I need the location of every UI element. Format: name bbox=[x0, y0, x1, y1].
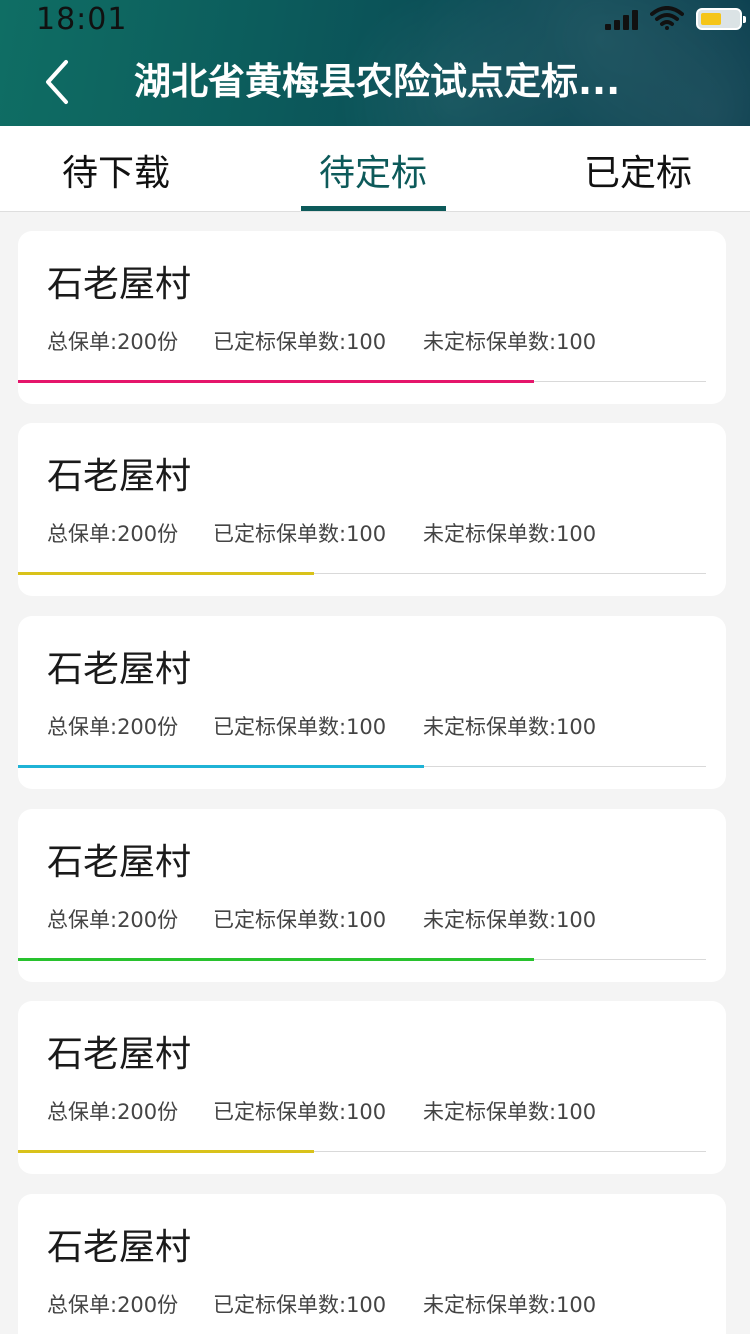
village-card[interactable]: 石老屋村 总保单:200份 已定标保单数:100 未定标保单数:100 bbox=[18, 809, 726, 982]
total-policies: 总保单:200份 bbox=[47, 715, 179, 739]
signal-icon bbox=[605, 10, 641, 30]
progress-bar bbox=[18, 958, 534, 961]
back-button[interactable] bbox=[36, 56, 80, 108]
marked-policies: 已定标保单数:100 bbox=[213, 330, 387, 354]
unmarked-policies: 未定标保单数:100 bbox=[423, 1293, 597, 1317]
progress-bar bbox=[18, 380, 534, 383]
village-card[interactable]: 石老屋村 总保单:200份 已定标保单数:100 未定标保单数:100 bbox=[18, 231, 726, 404]
unmarked-policies: 未定标保单数:100 bbox=[423, 715, 597, 739]
chevron-left-icon bbox=[46, 60, 68, 104]
progress-bar bbox=[18, 765, 424, 768]
village-name: 石老屋村 bbox=[47, 842, 192, 883]
wifi-icon bbox=[650, 6, 684, 30]
unmarked-policies: 未定标保单数:100 bbox=[423, 522, 597, 546]
total-policies: 总保单:200份 bbox=[47, 330, 179, 354]
active-tab-indicator bbox=[301, 206, 446, 211]
total-policies: 总保单:200份 bbox=[47, 522, 179, 546]
tab-pending-download[interactable]: 待下载 bbox=[40, 126, 192, 212]
village-name: 石老屋村 bbox=[47, 264, 192, 305]
total-policies: 总保单:200份 bbox=[47, 1100, 179, 1124]
status-bar: 18:01 bbox=[0, 0, 750, 40]
tab-marked[interactable]: 已定标 bbox=[562, 126, 714, 212]
status-time: 18:01 bbox=[36, 2, 128, 37]
marked-policies: 已定标保单数:100 bbox=[213, 908, 387, 932]
village-name: 石老屋村 bbox=[47, 649, 192, 690]
unmarked-policies: 未定标保单数:100 bbox=[423, 1100, 597, 1124]
unmarked-policies: 未定标保单数:100 bbox=[423, 908, 597, 932]
marked-policies: 已定标保单数:100 bbox=[213, 1100, 387, 1124]
marked-policies: 已定标保单数:100 bbox=[213, 522, 387, 546]
unmarked-policies: 未定标保单数:100 bbox=[423, 330, 597, 354]
village-name: 石老屋村 bbox=[47, 456, 192, 497]
village-name: 石老屋村 bbox=[47, 1034, 192, 1075]
tab-bar: 待下载 待定标 已定标 bbox=[0, 126, 750, 212]
marked-policies: 已定标保单数:100 bbox=[213, 1293, 387, 1317]
progress-bar bbox=[18, 1150, 314, 1153]
progress-bar bbox=[18, 572, 314, 575]
total-policies: 总保单:200份 bbox=[47, 908, 179, 932]
village-card[interactable]: 石老屋村 总保单:200份 已定标保单数:100 未定标保单数:100 bbox=[18, 1194, 726, 1334]
page-title: 湖北省黄梅县农险试点定标... bbox=[134, 60, 621, 103]
battery-icon bbox=[696, 8, 746, 30]
tab-pending-mark[interactable]: 待定标 bbox=[297, 126, 449, 212]
village-card[interactable]: 石老屋村 总保单:200份 已定标保单数:100 未定标保单数:100 bbox=[18, 1001, 726, 1174]
village-card[interactable]: 石老屋村 总保单:200份 已定标保单数:100 未定标保单数:100 bbox=[18, 616, 726, 789]
village-card[interactable]: 石老屋村 总保单:200份 已定标保单数:100 未定标保单数:100 bbox=[18, 423, 726, 596]
marked-policies: 已定标保单数:100 bbox=[213, 715, 387, 739]
village-name: 石老屋村 bbox=[47, 1227, 192, 1268]
total-policies: 总保单:200份 bbox=[47, 1293, 179, 1317]
app-header: 18:01 湖北省黄梅县农险试点定标... bbox=[0, 0, 750, 126]
